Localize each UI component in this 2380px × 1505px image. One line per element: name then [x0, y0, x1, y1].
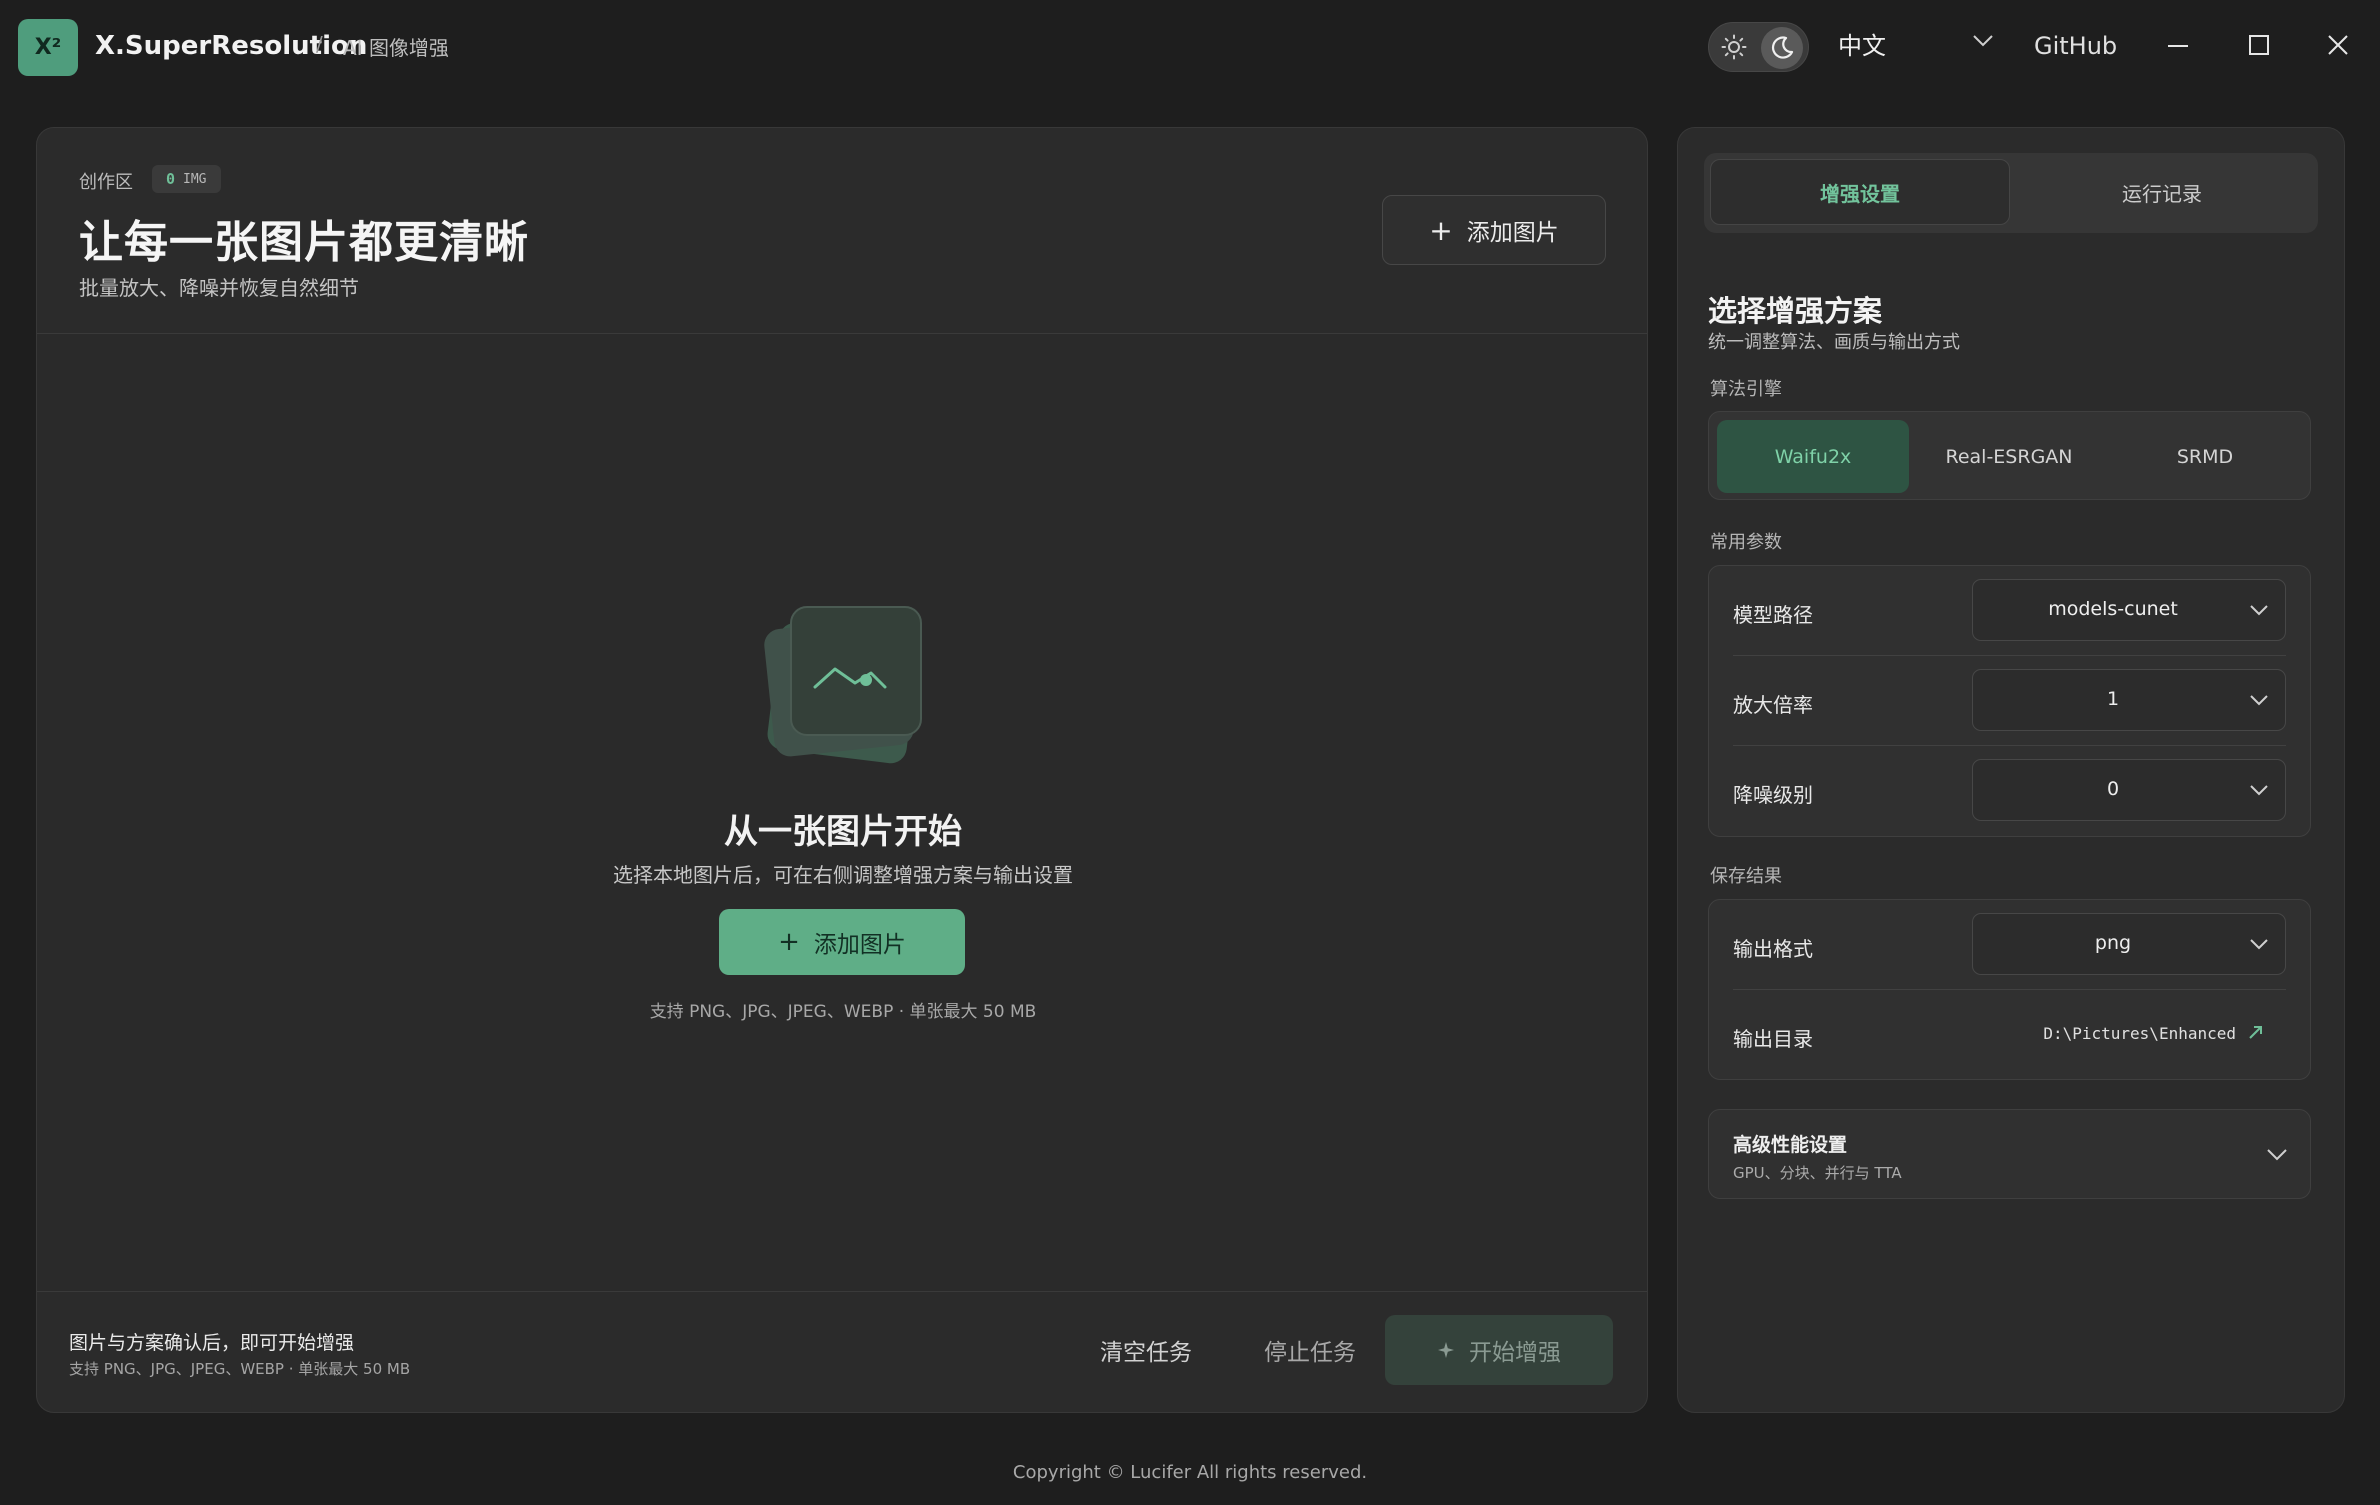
- github-link[interactable]: GitHub: [2034, 32, 2117, 60]
- breadcrumb: AI 图像增强: [343, 36, 449, 60]
- output-format-value: png: [2094, 932, 2132, 954]
- advanced-settings-subtitle: GPU、分块、并行与 TTA: [1733, 1164, 1902, 1182]
- common-params-box: 模型路径 models-cunet 放大倍率 1 降噪级别 0: [1708, 565, 2311, 837]
- workspace-card: 创作区 0 IMG 让每一张图片都更清晰 批量放大、降噪并恢复自然细节 + 添加…: [36, 127, 1648, 1413]
- tab-enhance-settings[interactable]: 增强设置: [1710, 159, 2010, 225]
- plus-icon: +: [778, 927, 800, 957]
- plus-icon: +: [1429, 213, 1453, 247]
- breadcrumb-separator: /: [316, 32, 323, 56]
- settings-heading: 选择增强方案: [1708, 294, 1883, 328]
- image-count-unit: IMG: [183, 171, 207, 187]
- denoise-value: 0: [2106, 778, 2120, 800]
- output-dir-value[interactable]: D:\Pictures\Enhanced: [2043, 1024, 2236, 1043]
- scale-select[interactable]: 1: [1972, 669, 2286, 731]
- page-title: 让每一张图片都更清晰: [79, 217, 529, 268]
- engine-selector: Waifu2x Real-ESRGAN SRMD: [1708, 411, 2311, 500]
- param-row-denoise: 降噪级别 0: [1709, 746, 2310, 836]
- settings-tabs: 增强设置 运行记录: [1704, 153, 2318, 233]
- section-label: 创作区: [79, 172, 133, 193]
- param-row-scale: 放大倍率 1: [1709, 656, 2310, 746]
- engine-waifu2x[interactable]: Waifu2x: [1717, 420, 1909, 493]
- model-path-value: models-cunet: [2048, 598, 2178, 620]
- param-row-format: 输出格式 png: [1709, 900, 2310, 990]
- denoise-label: 降噪级别: [1733, 783, 1813, 807]
- advanced-settings-toggle[interactable]: 高级性能设置 GPU、分块、并行与 TTA: [1708, 1109, 2311, 1199]
- output-dir-label: 输出目录: [1733, 1027, 1813, 1051]
- chevron-down-icon: [2267, 1149, 2287, 1161]
- app-logo: X²: [18, 19, 78, 76]
- output-format-label: 输出格式: [1733, 937, 1813, 961]
- sun-icon: [1721, 34, 1747, 60]
- add-image-primary-button[interactable]: + 添加图片: [719, 909, 965, 975]
- output-format-select[interactable]: png: [1972, 913, 2286, 975]
- page-subtitle: 批量放大、降噪并恢复自然细节: [79, 276, 359, 300]
- start-enhance-button[interactable]: 开始增强: [1385, 1315, 1613, 1385]
- language-select[interactable]: 中文: [1838, 26, 1886, 61]
- empty-state-subtitle: 选择本地图片后，可在右侧调整增强方案与输出设置: [613, 863, 1073, 887]
- settings-panel: 增强设置 运行记录 选择增强方案 统一调整算法、画质与输出方式 算法引擎 Wai…: [1677, 127, 2345, 1413]
- close-icon[interactable]: [2323, 30, 2353, 60]
- common-params-label: 常用参数: [1710, 532, 1782, 553]
- moon-icon: [1771, 36, 1794, 59]
- engine-srmd[interactable]: SRMD: [2109, 420, 2301, 493]
- footer-hint-title: 图片与方案确认后，即可开始增强: [69, 1332, 355, 1354]
- tab-run-log[interactable]: 运行记录: [2012, 159, 2312, 225]
- advanced-settings-title: 高级性能设置: [1733, 1134, 1848, 1156]
- add-image-label: 添加图片: [1466, 220, 1559, 246]
- chevron-down-icon: [2250, 605, 2268, 616]
- support-note: 支持 PNG、JPG、JPEG、WEBP · 单张最大 50 MB: [649, 1002, 1037, 1022]
- model-path-select[interactable]: models-cunet: [1972, 579, 2286, 641]
- engine-group-label: 算法引擎: [1710, 379, 1782, 400]
- scale-label: 放大倍率: [1733, 693, 1813, 717]
- sparkle-icon: [1438, 1342, 1454, 1358]
- moon-toggle-knob[interactable]: [1761, 27, 1803, 69]
- chevron-down-icon: [2250, 695, 2268, 706]
- theme-toggle[interactable]: [1708, 22, 1809, 72]
- save-results-label: 保存结果: [1710, 866, 1782, 887]
- engine-real-esrgan[interactable]: Real-ESRGAN: [1913, 420, 2105, 493]
- save-results-box: 输出格式 png 输出目录 D:\Pictures\Enhanced: [1708, 899, 2311, 1080]
- empty-state-title: 从一张图片开始: [724, 812, 962, 852]
- denoise-select[interactable]: 0: [1972, 759, 2286, 821]
- minimize-icon[interactable]: [2163, 30, 2193, 60]
- param-row-output-dir: 输出目录 D:\Pictures\Enhanced: [1709, 990, 2310, 1080]
- image-placeholder-icon: [764, 606, 922, 764]
- start-enhance-label: 开始增强: [1469, 1340, 1561, 1366]
- add-image-primary-label: 添加图片: [813, 932, 906, 958]
- title-bar: X² X.SuperResolution / AI 图像增强 中文 GitHub: [0, 0, 2380, 96]
- chevron-down-icon[interactable]: [1972, 34, 1994, 48]
- image-count: 0: [166, 170, 176, 188]
- chevron-down-icon: [2250, 785, 2268, 796]
- stop-tasks-button[interactable]: 停止任务: [1241, 1315, 1379, 1385]
- external-link-icon[interactable]: [2244, 1020, 2268, 1044]
- app-title: X.SuperResolution: [95, 31, 368, 61]
- param-row-model: 模型路径 models-cunet: [1709, 566, 2310, 656]
- divider: [37, 1291, 1647, 1292]
- footer-hint-subtitle: 支持 PNG、JPG、JPEG、WEBP · 单张最大 50 MB: [69, 1360, 411, 1378]
- image-count-badge: 0 IMG: [152, 165, 221, 193]
- chevron-down-icon: [2250, 939, 2268, 950]
- clear-tasks-button[interactable]: 清空任务: [1077, 1315, 1215, 1385]
- settings-subheading: 统一调整算法、画质与输出方式: [1708, 332, 1960, 353]
- model-path-label: 模型路径: [1733, 603, 1813, 627]
- scale-value: 1: [2106, 688, 2120, 710]
- copyright: Copyright © Lucifer All rights reserved.: [1012, 1462, 1368, 1483]
- add-image-button[interactable]: + 添加图片: [1382, 195, 1606, 265]
- maximize-icon[interactable]: [2244, 30, 2274, 60]
